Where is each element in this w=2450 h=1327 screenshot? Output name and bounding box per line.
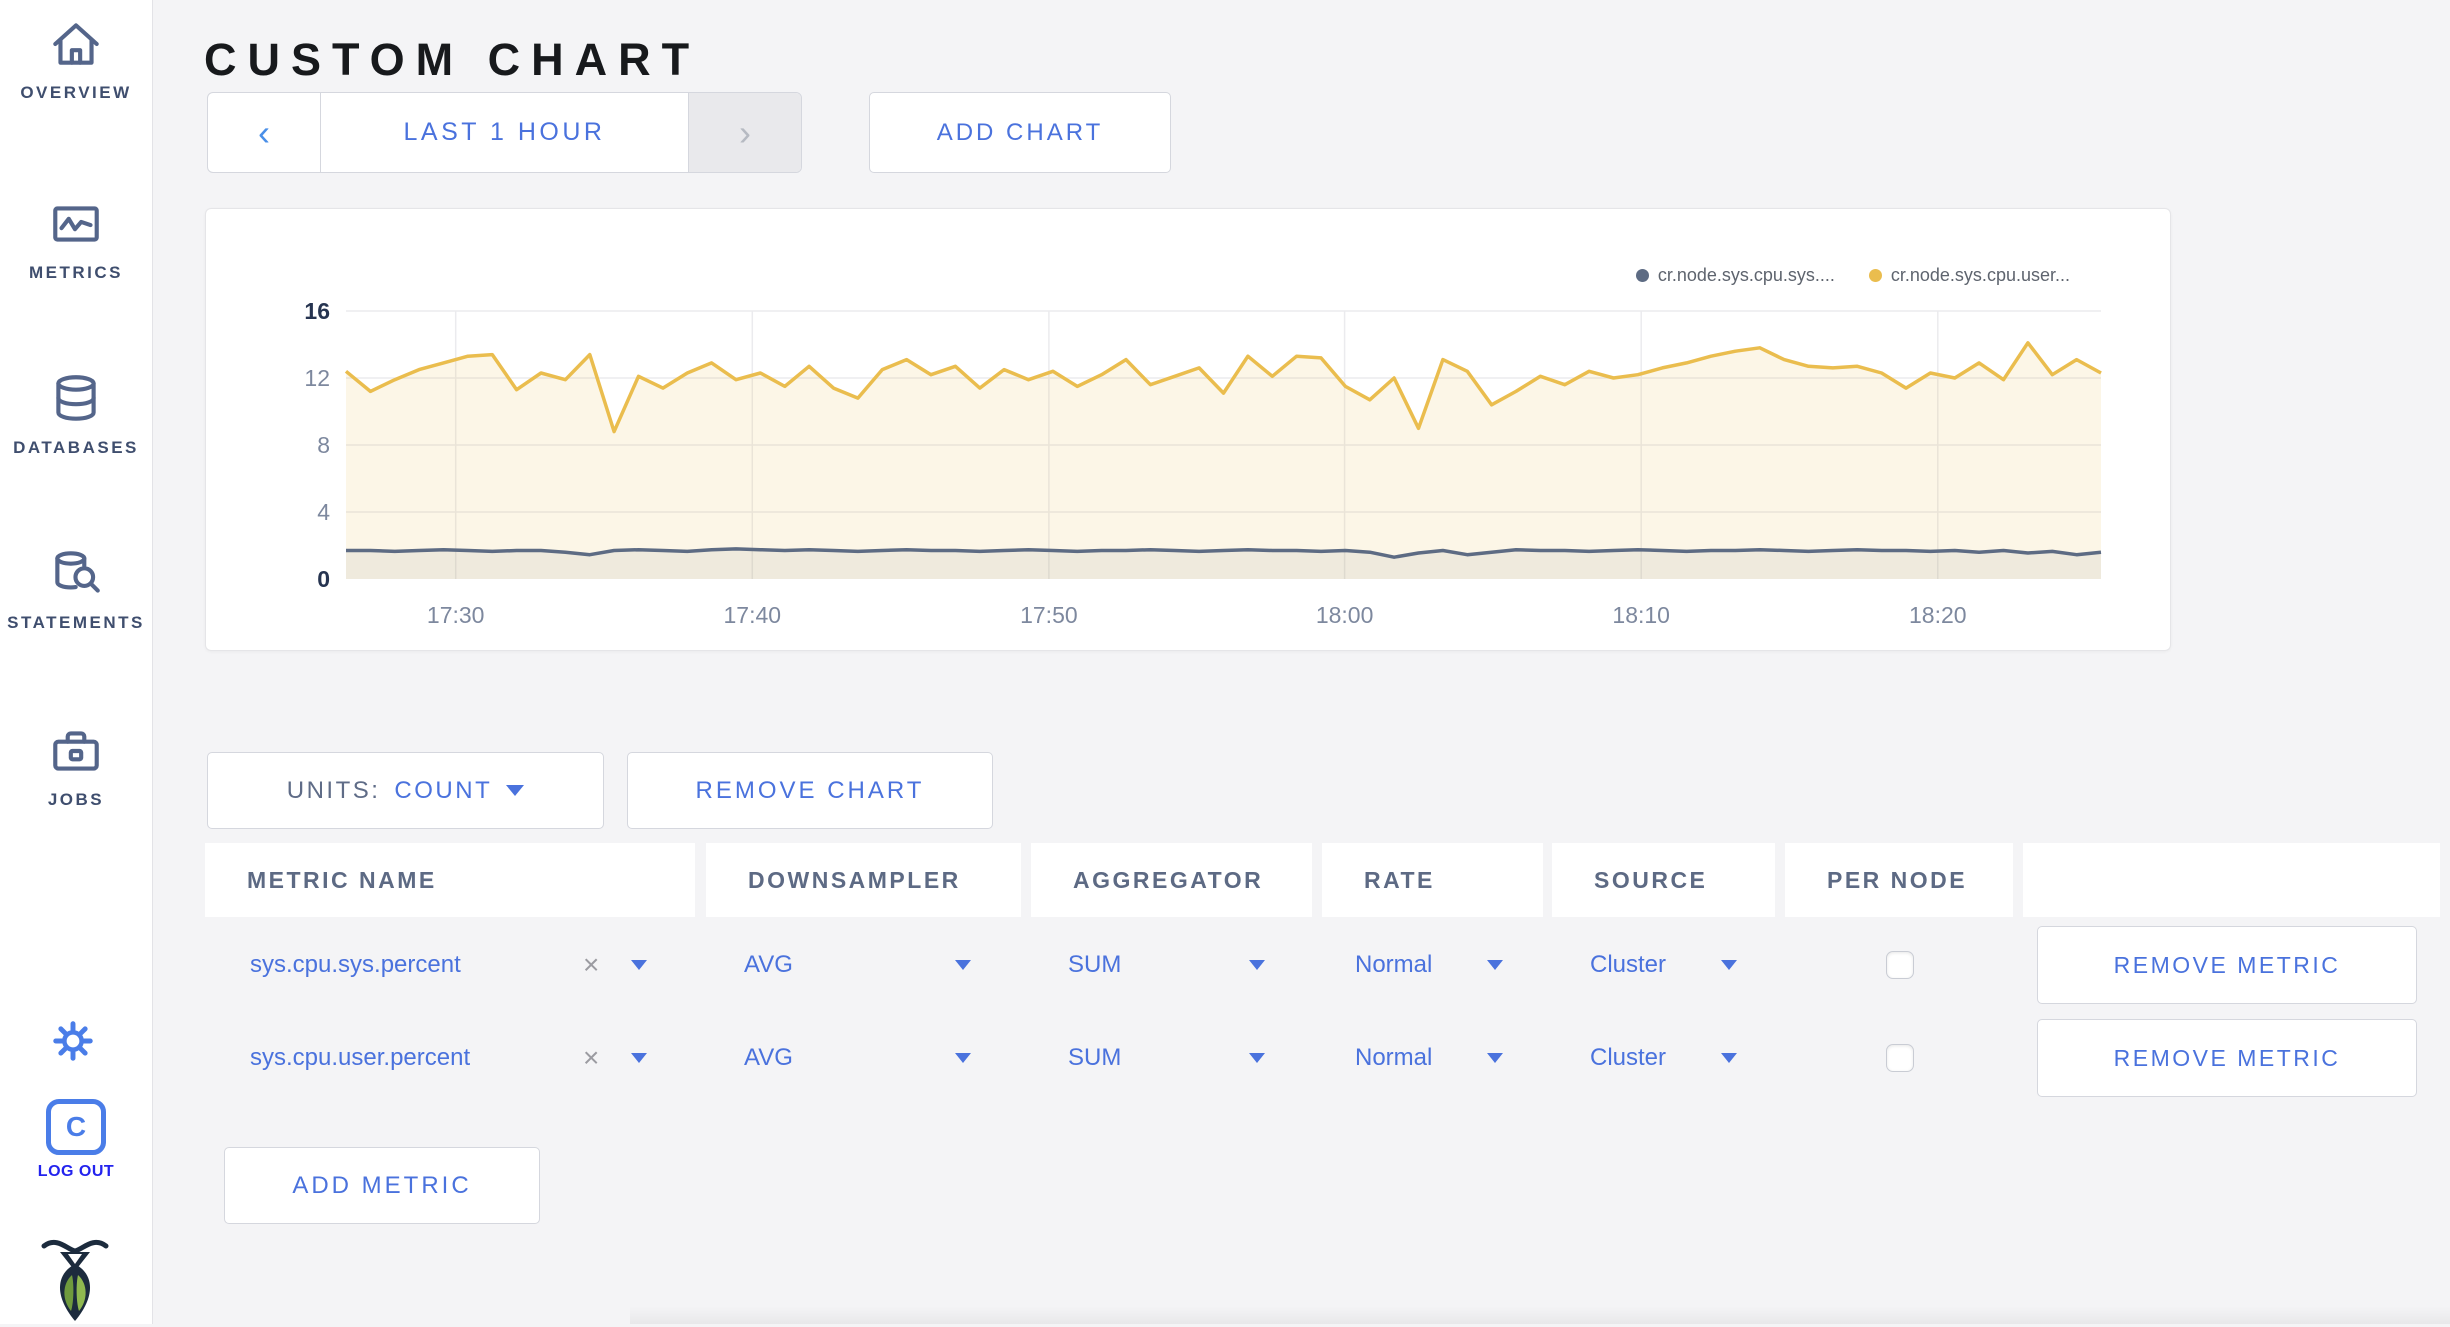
metric-name-value[interactable]: sys.cpu.user.percent xyxy=(250,1011,470,1104)
metric-row: sys.cpu.sys.percent × AVG SUM Normal Cluster R… xyxy=(205,918,2440,1011)
metric-name-value[interactable]: sys.cpu.sys.percent xyxy=(250,918,461,1011)
metric-name-dropdown-caret-icon[interactable] xyxy=(631,918,647,1011)
column-header-metric-name: METRIC NAME xyxy=(205,843,695,917)
settings-button[interactable] xyxy=(50,1018,96,1069)
y-tick-label: 16 xyxy=(304,298,330,324)
rate-caret-icon[interactable] xyxy=(1487,1011,1503,1104)
rate-select[interactable]: Normal xyxy=(1355,1011,1432,1104)
x-tick-label: 17:40 xyxy=(724,602,782,628)
sidebar-item-metrics[interactable]: METRICS xyxy=(0,195,152,283)
sidebar-item-databases[interactable]: DATABASES xyxy=(0,370,152,458)
aggregator-caret-icon[interactable] xyxy=(1249,1011,1265,1104)
cockroach-bug-icon xyxy=(41,1239,109,1326)
x-tick-label: 18:10 xyxy=(1612,602,1670,628)
sidebar-item-label: OVERVIEW xyxy=(20,83,132,102)
add-metric-button[interactable]: ADD METRIC xyxy=(224,1147,540,1224)
metrics-icon xyxy=(47,195,105,253)
column-header-rate: RATE xyxy=(1322,843,1543,917)
column-header-empty xyxy=(2023,843,2440,917)
x-tick-label: 18:00 xyxy=(1316,602,1374,628)
time-range-prev-button[interactable]: ‹ xyxy=(208,93,321,172)
metric-name-dropdown-caret-icon[interactable] xyxy=(631,1011,647,1104)
cockroach-c-icon: C xyxy=(46,1099,106,1155)
x-tick-label: 17:50 xyxy=(1020,602,1078,628)
chart-card: cr.node.sys.cpu.sys.... cr.node.sys.cpu.u… xyxy=(205,208,2171,651)
sidebar-item-jobs[interactable]: JOBS xyxy=(0,722,152,810)
metric-row: sys.cpu.user.percent × AVG SUM Normal Cluster… xyxy=(205,1011,2440,1104)
source-caret-icon[interactable] xyxy=(1721,1011,1737,1104)
metrics-table-header: METRIC NAME DOWNSAMPLER AGGREGATOR RATE SOUR… xyxy=(205,843,2440,917)
per-node-checkbox[interactable] xyxy=(1886,1043,1914,1072)
time-range-selector: ‹ LAST 1 HOUR › xyxy=(207,92,802,173)
bottom-shadow xyxy=(630,1306,2450,1324)
y-tick-label: 12 xyxy=(304,365,330,391)
sidebar-item-label: METRICS xyxy=(29,263,123,282)
add-chart-button[interactable]: ADD CHART xyxy=(869,92,1171,173)
downsampler-select[interactable]: AVG xyxy=(744,918,793,1011)
source-select[interactable]: Cluster xyxy=(1590,918,1666,1011)
x-tick-label: 17:30 xyxy=(427,602,485,628)
chevron-right-icon: › xyxy=(739,111,751,153)
column-header-downsampler: DOWNSAMPLER xyxy=(706,843,1021,917)
source-caret-icon[interactable] xyxy=(1721,918,1737,1011)
remove-metric-button[interactable]: REMOVE METRIC xyxy=(2037,1019,2417,1097)
y-tick-label: 8 xyxy=(317,432,330,458)
logout-button[interactable]: C LOG OUT xyxy=(0,1099,152,1181)
source-select[interactable]: Cluster xyxy=(1590,1011,1666,1104)
page-title: CUSTOM CHART xyxy=(204,34,701,86)
units-dropdown[interactable]: UNITS: COUNT xyxy=(207,752,604,829)
chevron-down-icon xyxy=(506,785,525,796)
x-tick-label: 18:20 xyxy=(1909,602,1967,628)
sidebar-item-label: DATABASES xyxy=(13,438,139,457)
sidebar-item-label: JOBS xyxy=(47,790,105,809)
remove-chart-button[interactable]: REMOVE CHART xyxy=(627,752,993,829)
gear-icon xyxy=(50,1021,96,1068)
sidebar-item-statements[interactable]: STATEMENTS xyxy=(0,545,152,633)
sidebar: OVERVIEW METRICS DATABASES STATEMENTS JOBS C… xyxy=(0,0,153,1324)
rate-caret-icon[interactable] xyxy=(1487,918,1503,1011)
chevron-left-icon: ‹ xyxy=(258,111,270,153)
time-range-dropdown[interactable]: LAST 1 HOUR xyxy=(321,93,688,172)
metric-rows: sys.cpu.sys.percent × AVG SUM Normal Cluster R… xyxy=(205,918,2440,1104)
databases-icon xyxy=(47,370,105,428)
column-header-source: SOURCE xyxy=(1552,843,1775,917)
units-value: COUNT xyxy=(394,776,493,804)
clear-metric-icon[interactable]: × xyxy=(583,918,599,1011)
rate-select[interactable]: Normal xyxy=(1355,918,1432,1011)
jobs-icon xyxy=(47,722,105,780)
sidebar-item-label: STATEMENTS xyxy=(7,613,145,632)
chart-svg: 0 4 8 12 16 17:30 17:40 17:50 18:00 18:10 18:20 xyxy=(304,298,2102,628)
downsampler-caret-icon[interactable] xyxy=(955,918,971,1011)
aggregator-select[interactable]: SUM xyxy=(1068,918,1121,1011)
remove-metric-button[interactable]: REMOVE METRIC xyxy=(2037,926,2417,1004)
downsampler-caret-icon[interactable] xyxy=(955,1011,971,1104)
per-node-checkbox[interactable] xyxy=(1886,950,1914,979)
home-icon xyxy=(47,15,105,73)
column-header-per-node: PER NODE xyxy=(1785,843,2013,917)
y-tick-label: 0 xyxy=(317,566,330,592)
time-range-next-button[interactable]: › xyxy=(688,93,801,172)
aggregator-caret-icon[interactable] xyxy=(1249,918,1265,1011)
sidebar-item-overview[interactable]: OVERVIEW xyxy=(0,15,152,103)
aggregator-select[interactable]: SUM xyxy=(1068,1011,1121,1104)
units-label: UNITS: xyxy=(286,776,381,804)
y-tick-label: 4 xyxy=(317,499,330,525)
statements-icon xyxy=(47,545,105,603)
column-header-aggregator: AGGREGATOR xyxy=(1031,843,1312,917)
cockroachdb-logo[interactable] xyxy=(41,1234,109,1327)
clear-metric-icon[interactable]: × xyxy=(583,1011,599,1104)
logout-label: LOG OUT xyxy=(37,1163,115,1180)
downsampler-select[interactable]: AVG xyxy=(744,1011,793,1104)
